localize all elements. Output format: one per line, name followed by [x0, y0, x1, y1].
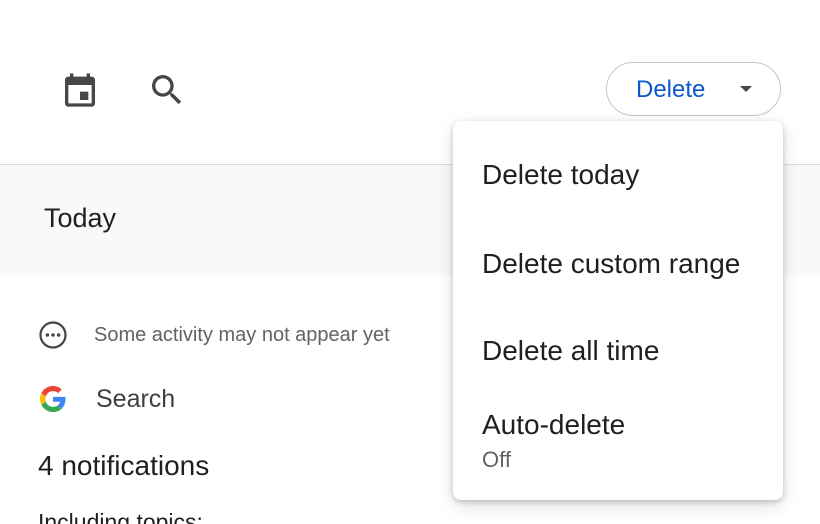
- notice-text: Some activity may not appear yet: [94, 323, 390, 346]
- product-row-search[interactable]: Search: [40, 382, 175, 416]
- auto-delete-status: Off: [482, 447, 511, 472]
- my-activity-page: Delete Today Some activity may not appea…: [0, 0, 820, 524]
- notifications-count: 4 notifications: [38, 450, 210, 481]
- delete-menu: Delete today Delete custom range Delete …: [453, 121, 783, 500]
- menu-item-label: Delete custom range: [482, 248, 741, 279]
- delete-button-label: Delete: [636, 76, 706, 103]
- menu-item-label: Delete all time: [482, 335, 660, 366]
- menu-item-auto-delete[interactable]: Auto-delete Off: [453, 409, 783, 473]
- activity-notice: Some activity may not appear yet: [38, 319, 390, 351]
- menu-item-label: Auto-delete: [482, 409, 626, 440]
- menu-item-label: Delete today: [482, 159, 640, 190]
- search-icon: [152, 75, 182, 105]
- calendar-button[interactable]: [56, 66, 104, 114]
- caret-down-icon: [740, 86, 752, 92]
- more-horizontal-circle-icon: [39, 321, 67, 349]
- menu-item-delete-custom-range[interactable]: Delete custom range: [453, 248, 783, 280]
- topics-label: Including topics:: [38, 509, 203, 524]
- section-title: Today: [44, 203, 117, 233]
- menu-item-delete-today[interactable]: Delete today: [453, 159, 783, 191]
- calendar-icon: [65, 73, 95, 107]
- menu-item-delete-all-time[interactable]: Delete all time: [453, 335, 783, 367]
- google-g-icon: [40, 386, 66, 412]
- product-name: Search: [96, 384, 176, 413]
- delete-dropdown-button[interactable]: Delete: [606, 62, 781, 116]
- search-button[interactable]: [143, 66, 191, 114]
